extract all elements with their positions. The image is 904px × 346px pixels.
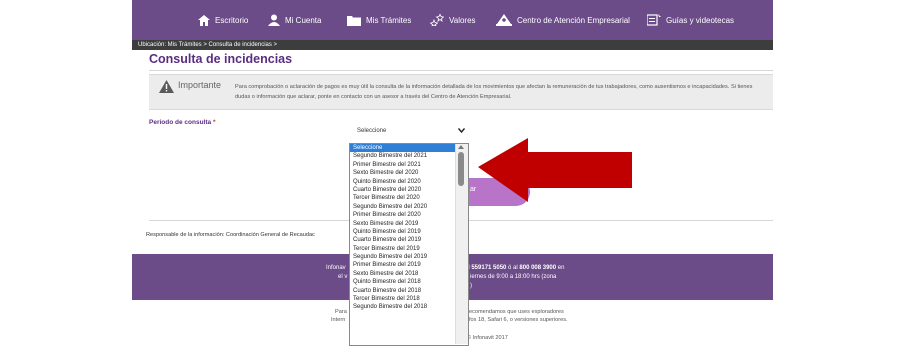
nav-label: Mis Trámites [366, 15, 412, 25]
nav-centro-atencion[interactable]: Centro de Atención Empresarial [496, 0, 630, 40]
nav-escritorio[interactable]: Escritorio [198, 0, 248, 40]
footer-contact-line: al 559171 5050 ó al 800 008 3900 en [465, 265, 565, 271]
periodo-dropdown-list[interactable]: Seleccione Segundo Bimestre del 2021 Pri… [349, 143, 469, 346]
required-mark: * [212, 119, 216, 126]
responsable-text: Responsable de la información: Coordinac… [146, 232, 315, 238]
phone-1: 559171 5050 [471, 265, 507, 271]
nav-label: Escritorio [215, 15, 249, 25]
nav-mi-cuenta[interactable]: Mi Cuenta [268, 0, 321, 40]
dropdown-option[interactable]: Tercer Bimestre del 2019 [350, 245, 468, 253]
nav-label: Guías y videotecas [666, 15, 735, 25]
red-arrow-annotation [478, 138, 632, 202]
warning-icon [159, 80, 174, 93]
footer-hours: iernes de 9:00 a 18:00 hrs (zona [470, 274, 557, 280]
home-icon [198, 14, 210, 26]
breadcrumb: Ubicación: Mis Trámites > Consulta de in… [132, 40, 773, 50]
page-title: Consulta de incidencias [149, 52, 293, 66]
dropdown-option[interactable]: Cuarto Bimestre del 2020 [350, 186, 468, 194]
dropdown-option[interactable]: Primer Bimestre del 2021 [350, 161, 468, 169]
scroll-up-icon[interactable] [458, 145, 464, 149]
important-label: Importante [178, 80, 222, 90]
nav-label: Centro de Atención Empresarial [517, 15, 630, 25]
periodo-label: Periodo de consulta * [149, 119, 216, 126]
dropdown-option[interactable]: Segundo Bimestre del 2020 [350, 203, 468, 211]
dropdown-option[interactable]: Sexto Bimestre del 2019 [350, 220, 468, 228]
important-text: Para comprobación o aclaración de pagos … [235, 84, 753, 100]
dropdown-option[interactable]: Tercer Bimestre del 2018 [350, 295, 468, 303]
dropdown-option[interactable]: Primer Bimestre del 2019 [350, 261, 468, 269]
footer-zone-close: ) [470, 283, 472, 289]
nav-valores[interactable]: Valores [430, 0, 476, 40]
phone-2: 800 008 3900 [519, 265, 557, 271]
stars-icon [430, 14, 444, 26]
dropdown-option[interactable]: Cuarto Bimestre del 2019 [350, 236, 468, 244]
footer-left-2: el v [338, 274, 348, 280]
user-icon [268, 14, 280, 26]
chevron-down-icon[interactable] [458, 128, 465, 133]
nav-guias[interactable]: Guías y videotecas [647, 0, 734, 40]
dropdown-option[interactable]: Sexto Bimestre del 2018 [350, 270, 468, 278]
bottom-right-2: fox 18, Safari 6, o versiones superiores… [469, 317, 568, 323]
consultar-button-label: ar [470, 186, 477, 193]
service-center-icon [496, 14, 512, 26]
guide-icon [647, 14, 661, 26]
dropdown-option[interactable]: Segundo Bimestre del 2018 [350, 303, 468, 311]
nav-label: Mi Cuenta [285, 15, 322, 25]
select-value: Seleccione [357, 128, 387, 134]
dropdown-option[interactable]: Quinto Bimestre del 2020 [350, 178, 468, 186]
title-divider [149, 70, 773, 71]
dropdown-option[interactable]: Seleccione [350, 144, 468, 153]
bottom-left-1: Para [335, 309, 347, 315]
scrollbar-thumb[interactable] [458, 152, 464, 186]
nav-label: Valores [449, 15, 476, 25]
nav-mis-tramites[interactable]: Mis Trámites [347, 0, 411, 40]
dropdown-option[interactable]: Segundo Bimestre del 2021 [350, 152, 468, 160]
dropdown-option[interactable]: Cuarto Bimestre del 2018 [350, 287, 468, 295]
footer-left-1: Infonav [326, 265, 346, 271]
bottom-left-2: Intern [331, 317, 346, 323]
dropdown-option[interactable]: Quinto Bimestre del 2019 [350, 228, 468, 236]
copyright: © Infonavit 2017 [467, 335, 508, 341]
dropdown-option[interactable]: Primer Bimestre del 2020 [350, 211, 468, 219]
dropdown-option[interactable]: Quinto Bimestre del 2018 [350, 278, 468, 286]
dropdown-option[interactable]: Tercer Bimestre del 2020 [350, 194, 468, 202]
folder-icon [347, 15, 361, 26]
bottom-right-1: ecomendamos que uses exploradores [469, 309, 564, 315]
dropdown-option[interactable]: Sexto Bimestre del 2020 [350, 169, 468, 177]
dropdown-option[interactable]: Segundo Bimestre del 2019 [350, 253, 468, 261]
